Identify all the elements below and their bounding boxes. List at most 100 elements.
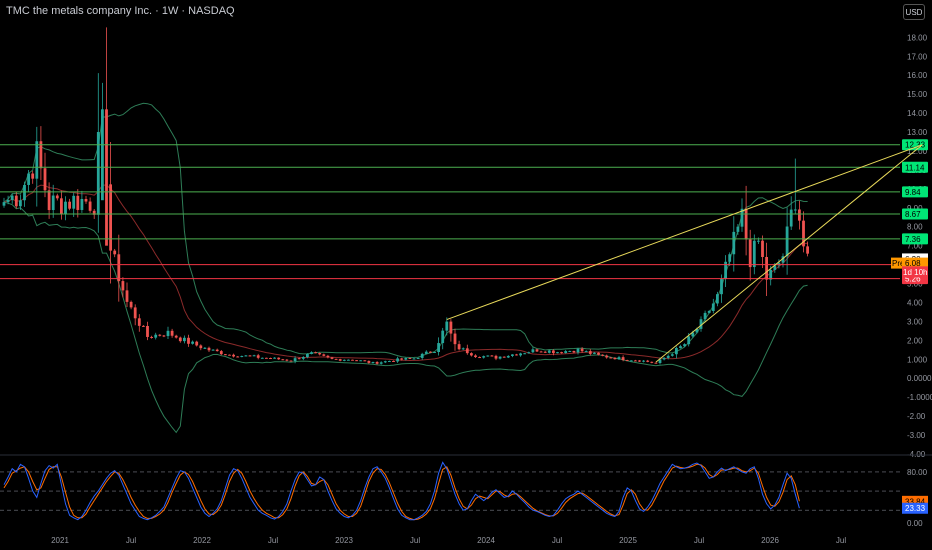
candle-body	[109, 184, 112, 251]
candle-body	[437, 343, 440, 353]
candle-body	[392, 360, 395, 362]
candle-body	[88, 201, 92, 211]
candle-body	[10, 195, 14, 201]
candle-body	[14, 195, 18, 207]
candle-body	[187, 337, 190, 344]
candle-body	[707, 310, 711, 313]
bb-upper-band	[3, 102, 808, 359]
candle-body	[670, 354, 674, 356]
y-tick-label: 18.00	[907, 33, 928, 42]
candle-body	[441, 330, 445, 344]
candle-body	[609, 357, 613, 359]
candle-body	[265, 357, 268, 359]
candle-body	[490, 355, 494, 357]
candle-body	[105, 109, 108, 246]
candle-body	[248, 355, 252, 357]
x-tick-label: 2023	[335, 536, 353, 545]
candle-body	[511, 354, 514, 356]
candle-body	[748, 239, 752, 268]
candle-body	[355, 360, 358, 362]
candle-body	[683, 344, 686, 347]
candle-body	[412, 358, 416, 360]
candle-body	[478, 357, 481, 359]
candle-body	[367, 360, 371, 363]
candle-body	[269, 357, 272, 359]
candle-body	[568, 350, 572, 352]
candle-body	[363, 360, 367, 362]
candle-body	[433, 352, 436, 354]
candle-body	[379, 362, 383, 364]
y-tick-label: -1.0000	[907, 393, 932, 402]
candle-body	[51, 195, 55, 211]
candle-body	[224, 354, 227, 356]
candle-body	[371, 361, 375, 363]
stoch-tick-label: 0.00	[907, 519, 923, 528]
bb-lower-band	[3, 201, 808, 434]
stoch-k-label: 23.33	[905, 504, 926, 513]
bb-basis-line	[3, 184, 808, 362]
candle-body	[621, 357, 625, 361]
candle-body	[461, 348, 465, 350]
level-label: 7.36	[905, 235, 921, 244]
candle-body	[318, 353, 322, 355]
candle-body	[474, 355, 477, 358]
candle-body	[793, 209, 797, 211]
candle-body	[232, 354, 235, 357]
candle-body	[523, 353, 527, 355]
x-tick-label: Jul	[126, 536, 136, 545]
candle-body	[347, 359, 350, 361]
candle-body	[744, 208, 748, 240]
candle-body	[27, 173, 30, 185]
y-tick-label: 17.00	[907, 52, 928, 61]
candle-body	[445, 321, 449, 331]
candle-body	[207, 347, 211, 351]
candle-body	[342, 359, 346, 361]
candle-body	[539, 351, 543, 353]
candle-body	[174, 335, 178, 338]
candle-body	[404, 357, 408, 360]
candle-body	[420, 353, 424, 358]
candle-body	[252, 355, 256, 357]
candle-body	[588, 351, 592, 354]
candle-body	[6, 200, 10, 203]
candle-body	[359, 360, 363, 362]
candle-body	[535, 349, 539, 352]
y-tick-label: 0.0000	[907, 374, 932, 383]
candle-body	[675, 348, 678, 355]
candle-body	[601, 354, 604, 356]
candle-body	[322, 354, 326, 356]
candle-body	[556, 352, 559, 354]
candle-body	[301, 357, 305, 359]
candle-body	[638, 360, 641, 362]
candle-body	[564, 351, 568, 354]
x-tick-label: Jul	[552, 536, 562, 545]
candle-body	[240, 356, 244, 358]
candle-body	[23, 184, 26, 201]
candle-body	[219, 351, 223, 355]
candle-body	[543, 351, 547, 353]
trend-line	[655, 144, 923, 363]
y-tick-label: 4.00	[907, 298, 923, 307]
level-label: 9.84	[905, 188, 921, 197]
candle-body	[80, 198, 84, 210]
candle-body	[506, 355, 510, 358]
candle-body	[68, 201, 71, 209]
candle-body	[297, 358, 301, 360]
candle-body	[732, 231, 736, 255]
candle-body	[687, 336, 691, 345]
x-tick-label: Jul	[268, 536, 278, 545]
candle-body	[457, 344, 461, 350]
candle-body	[195, 341, 199, 346]
candle-body	[260, 357, 264, 359]
candle-body	[465, 348, 469, 354]
candle-body	[117, 254, 121, 282]
y-tick-label: -3.00	[907, 431, 926, 440]
candle-body	[486, 355, 490, 357]
candle-body	[211, 349, 215, 351]
candle-body	[408, 357, 412, 359]
candle-body	[642, 360, 645, 362]
candle-body	[572, 350, 576, 353]
x-tick-label: 2025	[619, 536, 637, 545]
candle-body	[597, 352, 600, 355]
candle-body	[170, 330, 174, 336]
